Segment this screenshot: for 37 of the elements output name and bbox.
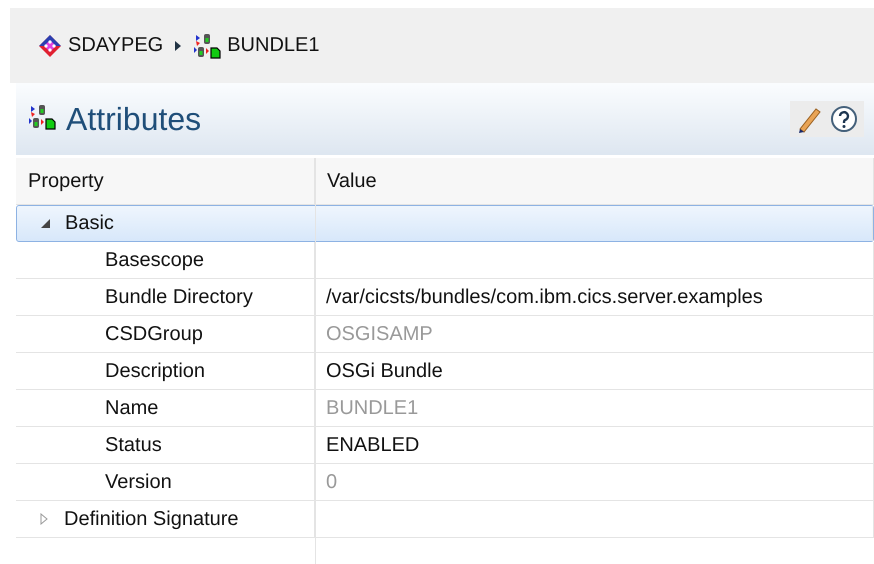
property-name: Basic: [65, 212, 114, 235]
property-value: ENABLED: [326, 434, 420, 456]
bundle-icon: [28, 104, 56, 130]
property-name: Basescope: [105, 248, 204, 272]
help-icon: [830, 105, 858, 133]
property-value: OSGISAMP: [326, 322, 433, 346]
table-row[interactable]: Description OSGi Bundle: [16, 353, 874, 390]
diamond-icon: [38, 34, 62, 58]
property-name: Status: [105, 434, 162, 456]
table-row[interactable]: CSDGroup OSGISAMP: [16, 316, 874, 353]
separator-icon: [175, 40, 182, 50]
column-header[interactable]: Property: [28, 170, 104, 192]
breadcrumb-link[interactable]: BUNDLE1: [227, 34, 320, 57]
property-name: Description: [105, 360, 206, 382]
table-row[interactable]: Basic: [16, 205, 874, 242]
property-name: Name: [105, 396, 158, 420]
help-button[interactable]: [830, 105, 858, 133]
property-value: BUNDLE1: [326, 396, 418, 420]
section-title: Attributes: [66, 100, 202, 138]
property-name: Version: [105, 470, 172, 494]
property-value: OSGi Bundle: [326, 360, 443, 382]
table-row[interactable]: Basescope: [16, 242, 874, 279]
breadcrumb-link[interactable]: SDAYPEG: [68, 34, 164, 57]
property-name: Bundle Directory: [105, 286, 253, 308]
bundle-icon: [193, 32, 222, 58]
collapse-icon[interactable]: [40, 219, 50, 228]
property-name: Definition Signature: [64, 508, 239, 530]
table-row[interactable]: Name BUNDLE1: [16, 390, 874, 427]
column-header[interactable]: Value: [327, 170, 377, 192]
property-name: CSDGroup: [105, 322, 203, 346]
table-row[interactable]: Definition Signature: [16, 501, 874, 538]
property-value: 0: [326, 470, 338, 494]
table-row[interactable]: Bundle Directory /var/cicsts/bundles/com.ibm.cics.server.examples: [16, 279, 874, 316]
table-row[interactable]: Version 0: [16, 464, 874, 501]
expand-icon[interactable]: [40, 513, 48, 525]
table-row[interactable]: Status ENABLED: [16, 427, 874, 464]
property-value: /var/cicsts/bundles/com.ibm.cics.server.examples: [326, 286, 763, 308]
